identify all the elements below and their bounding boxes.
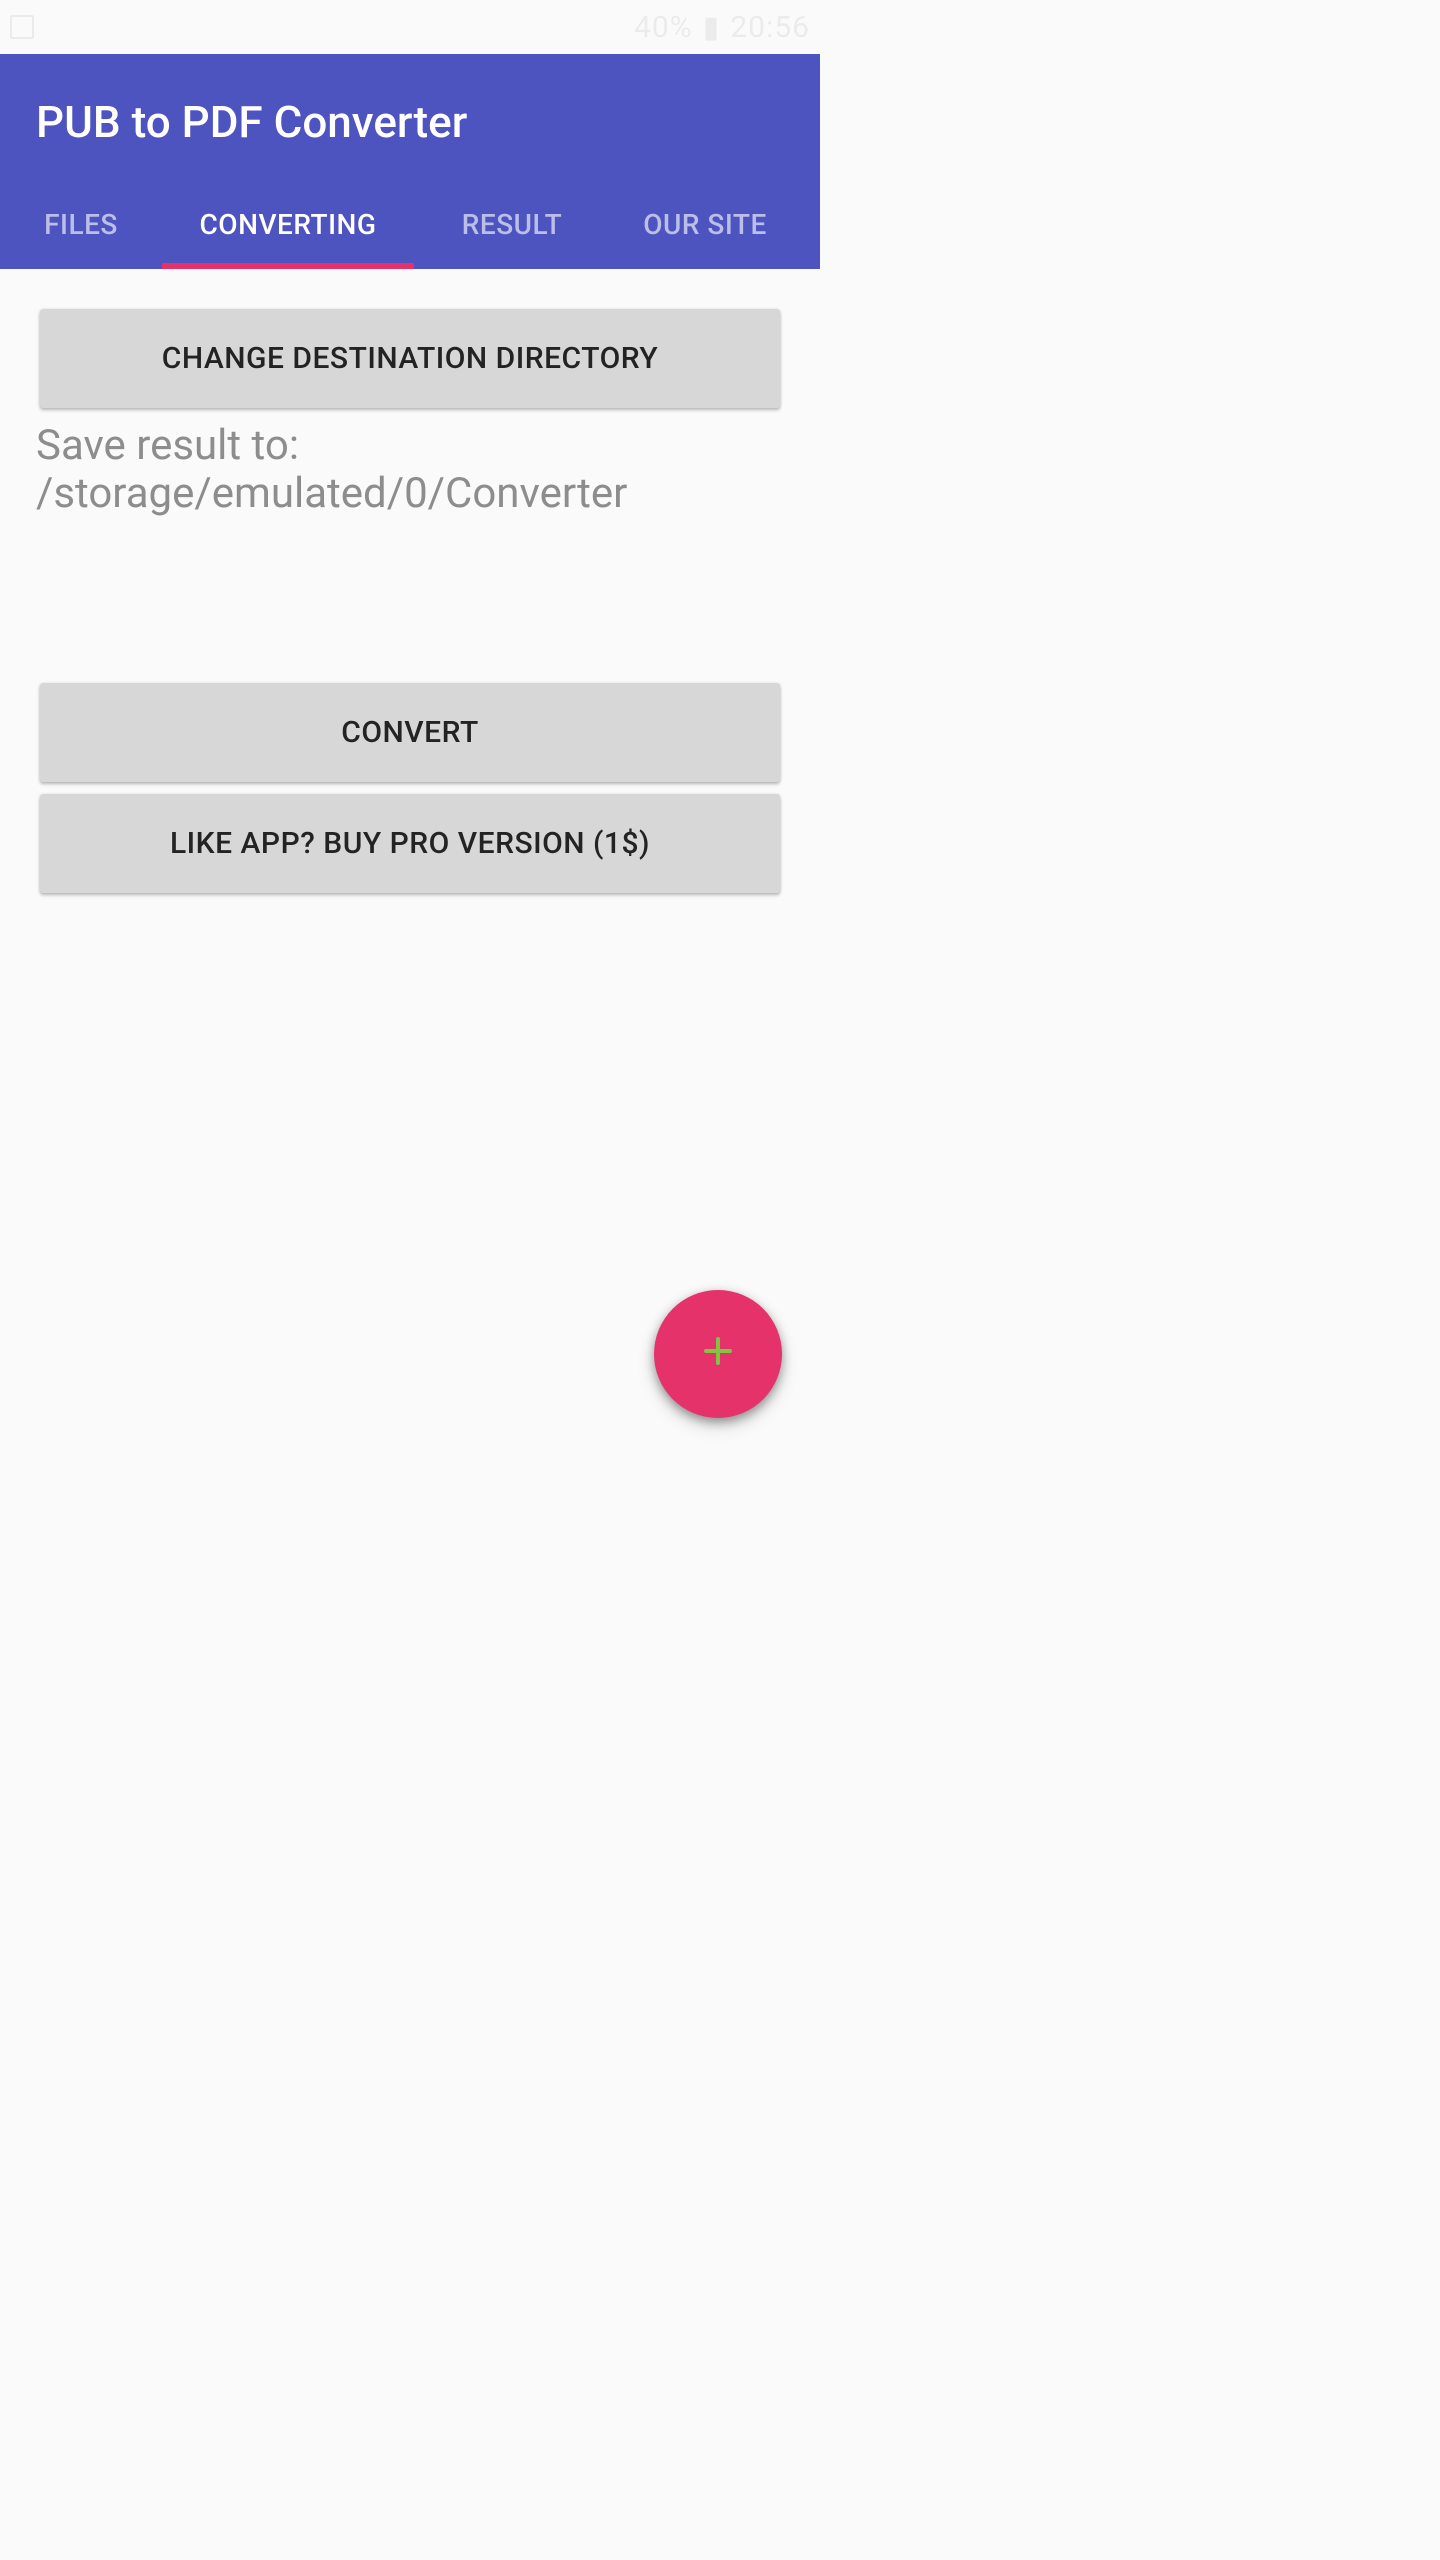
status-bar-left: [10, 15, 34, 39]
tab-files[interactable]: FILES: [0, 186, 162, 269]
page-title: PUB to PDF Converter: [0, 54, 820, 186]
tab-our-site[interactable]: OUR SITE: [610, 186, 820, 269]
wifi-icon: ▾: [584, 15, 596, 40]
battery-percent: 40%: [634, 10, 693, 45]
status-bar-right: 🔇 ▾ ◢ 40% ▮ 20:56: [546, 10, 810, 45]
status-bar: 🔇 ▾ ◢ 40% ▮ 20:56: [0, 0, 820, 54]
battery-icon: ▮: [703, 10, 721, 45]
buy-pro-button[interactable]: LIKE APP? BUY PRO VERSION (1$): [40, 794, 780, 893]
tab-converting[interactable]: CONVERTING: [162, 186, 414, 269]
add-fab-button[interactable]: [654, 1290, 782, 1418]
plus-icon: [700, 1332, 736, 1376]
notification-icon: [10, 15, 34, 39]
main-content: CHANGE DESTINATION DIRECTORY Save result…: [0, 269, 820, 905]
tab-result[interactable]: RESULT: [414, 186, 610, 269]
change-destination-button[interactable]: CHANGE DESTINATION DIRECTORY: [40, 309, 780, 408]
convert-button[interactable]: CONVERT: [40, 683, 780, 782]
save-path-text: Save result to: /storage/emulated/0/Conv…: [36, 420, 780, 519]
tab-bar: FILES CONVERTING RESULT OUR SITE: [0, 186, 820, 269]
app-bar: PUB to PDF Converter FILES CONVERTING RE…: [0, 54, 820, 269]
primary-actions: CONVERT LIKE APP? BUY PRO VERSION (1$): [40, 683, 780, 905]
volume-mute-icon: 🔇: [546, 15, 574, 40]
signal-icon: ◢: [606, 15, 624, 40]
clock: 20:56: [730, 10, 810, 45]
